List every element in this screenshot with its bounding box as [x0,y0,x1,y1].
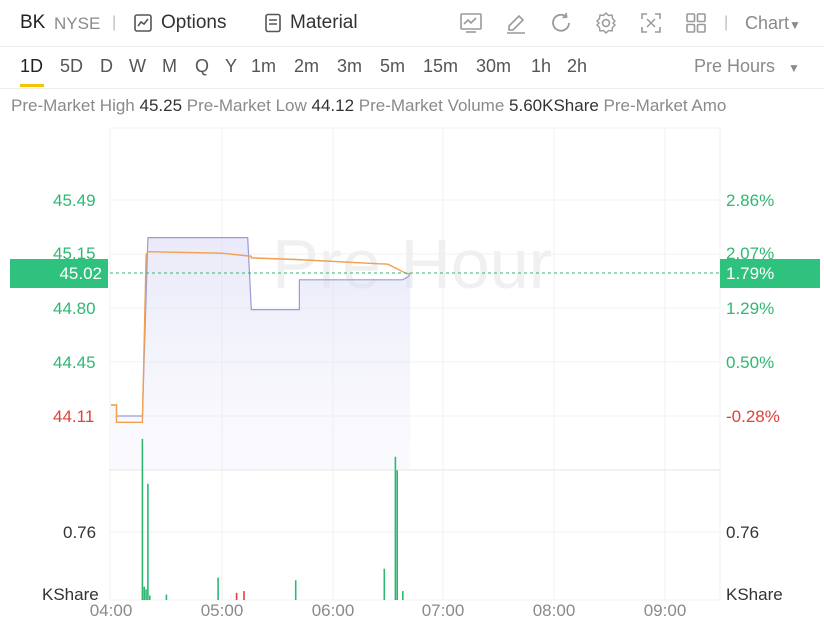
time-tick: 05:00 [200,601,244,620]
time-tick: 08:00 [532,601,576,620]
price-tick: 44.11 [53,407,95,426]
pct-tick: -0.28% [726,407,780,426]
time-tick: 09:00 [643,601,687,620]
volume-bar [165,594,168,600]
pct-tick: 0.50% [726,353,775,372]
volume-bar [145,589,147,600]
current-price-badge: 45.02 [10,259,108,288]
volume-bar [294,580,297,600]
volume-bar [243,591,245,600]
volume-unit: KShare [726,585,783,604]
current-pct-badge: 1.79% [720,259,820,288]
volume-bar [217,577,219,600]
current-price-value: 45.02 [59,263,102,283]
time-tick: 06:00 [311,601,355,620]
pct-tick: 1.29% [726,299,775,318]
volume-bar [143,586,145,600]
pct-tick: 2.86% [726,191,775,210]
volume-bar [149,595,151,600]
volume-bar [147,483,149,600]
price-tick: 44.45 [53,353,96,372]
time-tick: 04:00 [89,601,133,620]
current-pct-value: 1.79% [726,263,775,283]
volume-bar [383,568,386,600]
volume-bar [396,470,398,600]
volume-bar [402,591,404,600]
price-chart[interactable]: Pre Hour [0,0,824,625]
price-tick: 44.80 [53,299,96,318]
price-tick: 45.49 [53,191,96,210]
volume-bar [141,438,144,600]
volume-bar [394,456,397,600]
volume-tick: 0.76 [63,523,97,542]
volume-bar [235,592,238,600]
time-tick: 07:00 [421,601,465,620]
volume-tick: 0.76 [726,523,760,542]
